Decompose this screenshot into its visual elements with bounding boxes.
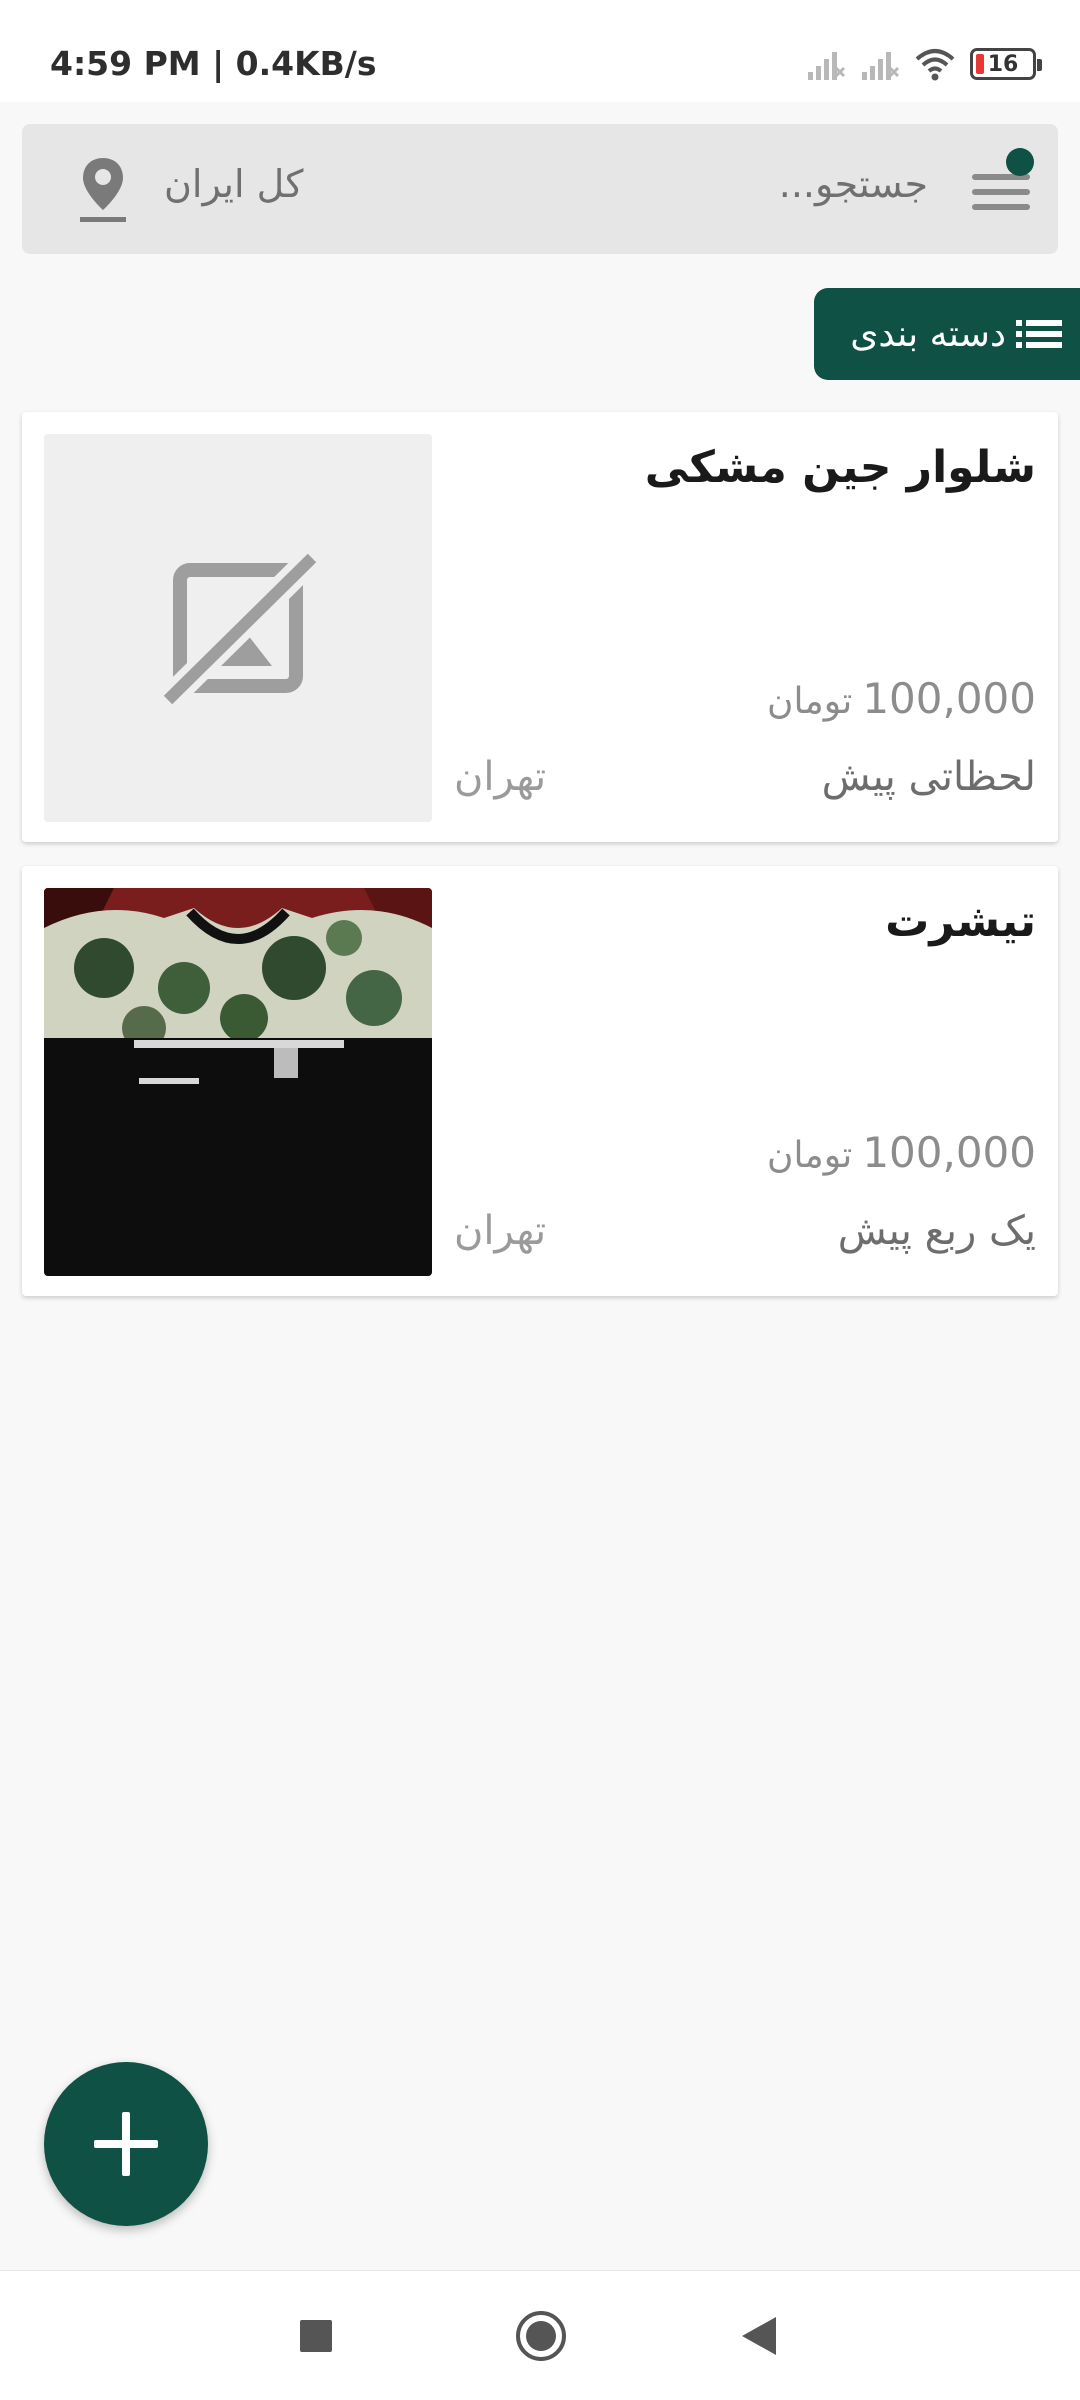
listing-title: تیشرت xyxy=(885,896,1036,947)
price-currency: تومان xyxy=(767,1135,853,1176)
price-value: 100,000 xyxy=(862,674,1036,723)
list-icon xyxy=(1016,320,1062,348)
status-bar: 4:59 PM | 0.4KB/s 16 xyxy=(0,0,1080,102)
status-time: 4:59 PM | 0.4KB/s xyxy=(50,44,377,83)
no-image-icon xyxy=(44,434,432,822)
add-listing-button[interactable] xyxy=(44,2062,208,2226)
location-pin-icon[interactable] xyxy=(78,154,128,226)
status-icons: 16 xyxy=(806,44,1042,84)
signal-icon xyxy=(808,52,846,80)
listing-price: 100,000تومان xyxy=(767,674,1036,723)
category-button[interactable]: دسته بندی xyxy=(814,288,1080,380)
search-bar[interactable]: جستجو... کل ایران xyxy=(22,124,1058,254)
location-selector[interactable]: کل ایران xyxy=(164,162,304,206)
back-button[interactable] xyxy=(742,2317,776,2355)
tshirt-photo xyxy=(44,888,432,1276)
listing-card[interactable]: شلوار جین مشکی 100,000تومان لحظاتی پیش ت… xyxy=(22,412,1058,842)
price-currency: تومان xyxy=(767,681,853,722)
home-button[interactable] xyxy=(516,2311,566,2361)
listing-image xyxy=(44,888,432,1276)
category-label: دسته بندی xyxy=(850,313,1006,355)
battery-level: 16 xyxy=(987,51,1019,77)
listing-city: تهران xyxy=(454,754,547,800)
navigation-bar xyxy=(0,2270,1080,2400)
recent-apps-button[interactable] xyxy=(300,2320,332,2352)
listing-card[interactable]: تیشرت 100,000تومان یک ربع پیش تهران xyxy=(22,866,1058,1296)
wifi-icon xyxy=(915,49,955,81)
listing-image xyxy=(44,434,432,822)
listing-time: لحظاتی پیش xyxy=(821,754,1036,800)
listing-title: شلوار جین مشکی xyxy=(644,442,1036,493)
battery-icon: 16 xyxy=(970,48,1042,80)
listing-city: تهران xyxy=(454,1208,547,1254)
menu-button[interactable] xyxy=(966,148,1034,220)
search-input[interactable]: جستجو... xyxy=(779,162,928,206)
signal-icon xyxy=(862,52,900,80)
listing-time: یک ربع پیش xyxy=(837,1208,1036,1254)
notification-dot xyxy=(1006,148,1034,176)
price-value: 100,000 xyxy=(862,1128,1036,1177)
listing-price: 100,000تومان xyxy=(767,1128,1036,1177)
